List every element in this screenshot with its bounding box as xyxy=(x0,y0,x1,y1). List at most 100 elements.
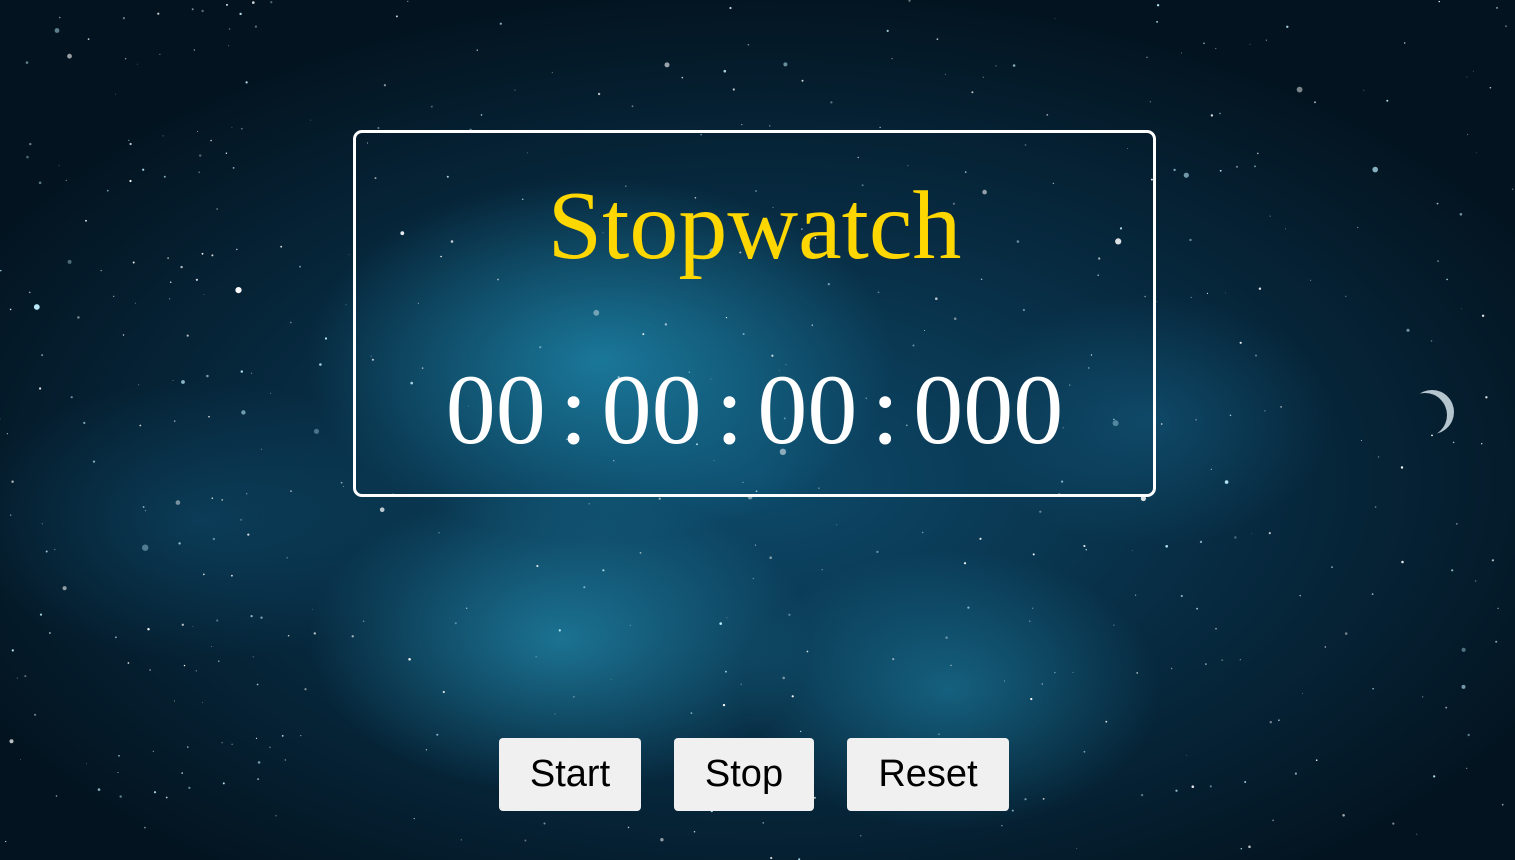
star xyxy=(1209,785,1212,788)
star xyxy=(1278,719,1280,721)
star xyxy=(1225,292,1226,294)
star xyxy=(1156,301,1158,303)
reset-button[interactable]: Reset xyxy=(847,738,1009,811)
star xyxy=(1280,406,1282,408)
separator: : xyxy=(559,354,588,465)
star xyxy=(1489,86,1492,89)
star xyxy=(1438,0,1440,3)
star xyxy=(256,683,259,686)
star xyxy=(950,664,952,667)
star xyxy=(139,424,142,427)
star xyxy=(1475,580,1477,582)
star xyxy=(395,15,398,18)
stop-button[interactable]: Stop xyxy=(674,738,814,811)
star xyxy=(251,372,253,374)
start-button[interactable]: Start xyxy=(499,738,641,811)
star xyxy=(198,171,201,174)
star xyxy=(216,619,219,622)
star xyxy=(127,662,130,664)
star xyxy=(1199,540,1203,544)
star xyxy=(172,380,174,381)
star xyxy=(208,415,210,418)
star xyxy=(660,838,664,842)
star xyxy=(1235,165,1239,168)
star xyxy=(945,636,948,639)
star xyxy=(1345,295,1347,297)
star xyxy=(1196,607,1198,610)
star xyxy=(165,796,168,799)
star xyxy=(348,254,350,256)
star xyxy=(1505,25,1507,28)
star xyxy=(1433,775,1436,778)
star xyxy=(142,168,145,171)
star xyxy=(310,119,312,121)
star xyxy=(1466,76,1468,78)
star xyxy=(255,737,258,739)
star xyxy=(342,485,344,487)
star xyxy=(769,125,771,127)
star xyxy=(1445,706,1448,709)
star xyxy=(201,252,204,255)
star xyxy=(144,826,146,829)
star xyxy=(1215,627,1217,630)
star xyxy=(1372,166,1378,173)
star xyxy=(100,269,102,272)
star xyxy=(1206,292,1209,294)
star xyxy=(664,62,670,68)
star xyxy=(169,281,172,284)
star xyxy=(1215,48,1217,50)
star xyxy=(1190,296,1192,298)
star xyxy=(1416,833,1418,835)
star xyxy=(583,586,586,589)
star xyxy=(425,749,427,751)
star xyxy=(1446,278,1448,281)
star xyxy=(1456,523,1458,525)
star xyxy=(1183,172,1189,178)
star xyxy=(524,839,527,842)
star xyxy=(723,69,727,73)
star xyxy=(313,632,316,635)
star xyxy=(725,670,727,673)
star xyxy=(119,795,122,798)
star xyxy=(1156,21,1158,23)
star xyxy=(801,79,804,82)
star xyxy=(892,658,895,661)
star xyxy=(1401,560,1404,564)
star xyxy=(963,562,967,565)
star xyxy=(476,49,478,51)
star xyxy=(236,248,238,251)
star xyxy=(1076,847,1078,849)
star xyxy=(741,124,743,126)
star xyxy=(1422,696,1424,698)
star xyxy=(1472,70,1474,72)
star xyxy=(1032,553,1035,556)
star xyxy=(788,613,791,616)
star xyxy=(122,334,125,336)
star xyxy=(1400,466,1404,469)
star xyxy=(466,607,468,609)
star xyxy=(747,44,750,46)
star xyxy=(211,646,213,647)
star xyxy=(1113,624,1115,626)
seconds-value: 00 xyxy=(757,354,858,465)
star xyxy=(11,649,14,652)
star xyxy=(54,548,56,551)
star xyxy=(270,1,273,4)
star xyxy=(345,304,347,306)
star xyxy=(167,257,170,259)
star xyxy=(269,746,271,749)
star xyxy=(129,179,132,183)
star xyxy=(1149,101,1152,103)
star xyxy=(1467,733,1470,737)
star xyxy=(995,65,997,67)
star xyxy=(782,676,785,680)
star xyxy=(222,782,225,785)
star xyxy=(181,772,183,774)
star xyxy=(460,839,462,841)
star xyxy=(1041,683,1043,685)
star xyxy=(979,537,982,540)
star xyxy=(436,733,439,736)
star xyxy=(1229,414,1232,417)
star xyxy=(197,131,199,132)
star xyxy=(16,677,18,679)
